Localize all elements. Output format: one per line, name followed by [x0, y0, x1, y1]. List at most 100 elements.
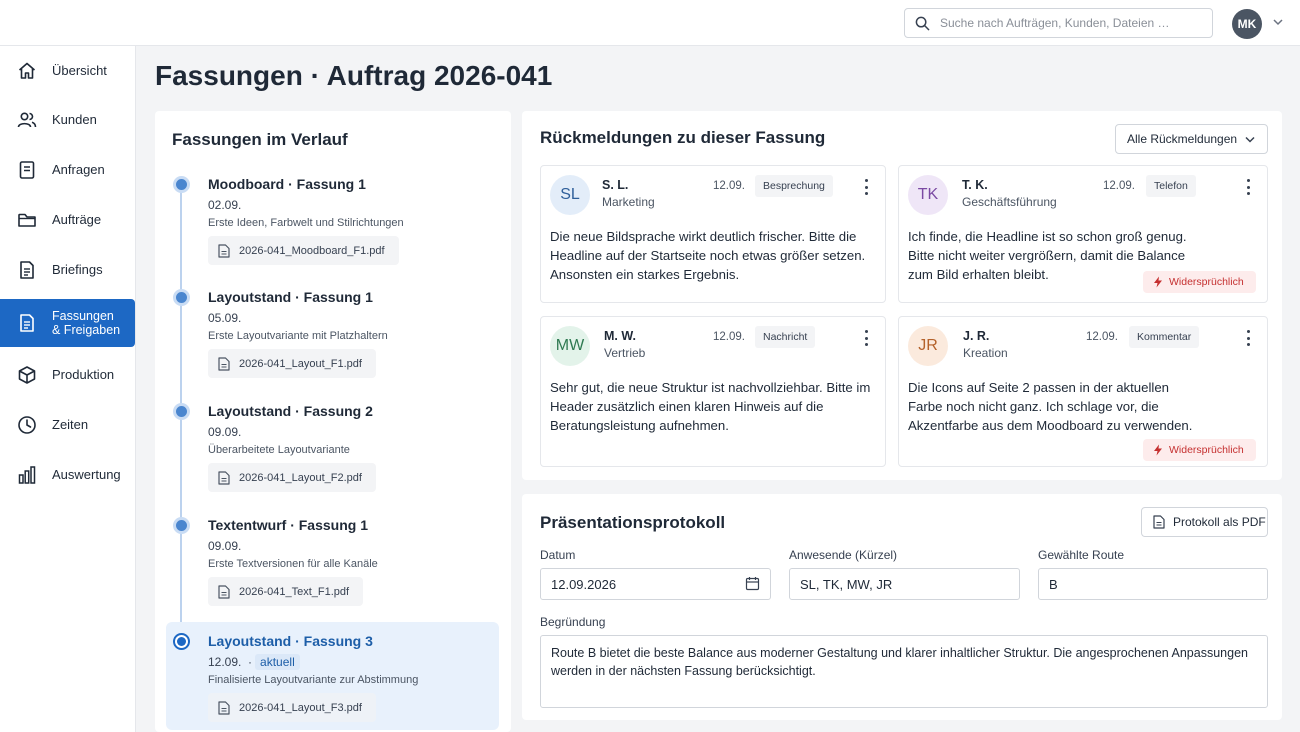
timeline-item-date: 12.09. · aktuell [208, 654, 300, 670]
cube-icon [18, 366, 36, 384]
warning-text: Widersprüchlich [1169, 276, 1244, 288]
timeline-dot [173, 633, 190, 650]
sidebar-label-line1: Fassungen [52, 309, 114, 323]
timeline-item-date: 05.09. [208, 311, 242, 325]
search-icon [915, 16, 930, 30]
feedback-title: Rückmeldungen zu dieser Fassung [540, 128, 826, 147]
channel-tag: Telefon [1146, 175, 1196, 197]
more-options-icon[interactable] [861, 178, 871, 196]
protocol-title: Präsentationsprotokoll [540, 513, 726, 532]
timeline-item[interactable]: Textentwurf · Fassung 1 09.09. Erste Tex… [166, 506, 499, 614]
timeline-item[interactable]: Layoutstand · Fassung 1 05.09. Erste Lay… [166, 278, 499, 386]
lightning-icon [1154, 444, 1162, 456]
timeline-date-separator: · [248, 655, 253, 669]
timeline-item-current[interactable]: Layoutstand · Fassung 3 12.09. · aktuell … [166, 622, 499, 730]
file-chip[interactable]: 2026-041_Layout_F3.pdf [208, 693, 376, 722]
avatar: MW [550, 326, 590, 366]
sidebar-item-anfragen[interactable]: Anfragen [0, 146, 135, 194]
feedback-date: 12.09. [713, 180, 745, 192]
timeline-dot [173, 289, 190, 306]
date-field[interactable] [540, 568, 771, 600]
feedback-card: MW M. W. Vertrieb 12.09. Nachricht Sehr … [540, 316, 886, 467]
feedback-card: TK T. K. Geschäftsführung 12.09. Telefon… [898, 165, 1268, 303]
file-name: 2026-041_Text_F1.pdf [239, 585, 350, 598]
search-box[interactable] [904, 8, 1213, 38]
file-chip[interactable]: 2026-041_Layout_F1.pdf [208, 349, 376, 378]
file-icon [218, 470, 230, 485]
sidebar-item-auftraege[interactable]: Aufträge [0, 196, 135, 244]
pdf-file-icon [1153, 515, 1165, 529]
export-pdf-button[interactable]: Protokoll als PDF [1141, 507, 1268, 537]
document-lines-icon [20, 261, 34, 279]
chevron-down-icon[interactable] [1272, 16, 1284, 28]
author-role: Kreation [963, 346, 1008, 360]
bar-chart-icon [18, 466, 36, 484]
timeline-item[interactable]: Moodboard · Fassung 1 02.09. Erste Ideen… [166, 165, 499, 273]
feedback-card: SL S. L. Marketing 12.09. Besprechung Di… [540, 165, 886, 303]
calendar-icon[interactable] [745, 576, 760, 591]
feedback-date: 12.09. [713, 331, 745, 343]
sidebar-item-kunden[interactable]: Kunden [0, 96, 135, 144]
author-role: Geschäftsführung [962, 195, 1057, 209]
current-badge: aktuell [255, 654, 300, 670]
sidebar-item-label: Produktion [52, 367, 115, 382]
file-icon [218, 243, 230, 258]
route-field[interactable] [1038, 568, 1268, 600]
author-role: Marketing [602, 195, 655, 209]
timeline-dot [173, 176, 190, 193]
file-name: 2026-041_Layout_F3.pdf [239, 701, 362, 714]
timeline-item-desc: Finalisierte Layoutvariante zur Abstimmu… [208, 674, 419, 686]
contradiction-badge: Widersprüchlich [1143, 271, 1256, 293]
reason-textarea[interactable]: Route B bietet die beste Balance aus mod… [540, 635, 1268, 708]
sidebar-item-label: Übersicht [52, 63, 107, 78]
more-options-icon[interactable] [1243, 329, 1253, 347]
avatar: TK [908, 175, 948, 215]
attendees-field[interactable] [789, 568, 1020, 600]
file-chip[interactable]: 2026-041_Text_F1.pdf [208, 577, 364, 606]
timeline-date-value: 12.09. [208, 655, 242, 669]
sidebar-item-label: Anfragen [52, 162, 105, 177]
file-chip[interactable]: 2026-041_Moodboard_F1.pdf [208, 236, 399, 265]
author-name: M. W. [604, 329, 636, 343]
file-icon [218, 356, 230, 371]
sidebar-item-uebersicht[interactable]: Übersicht [0, 47, 135, 95]
sidebar-item-label: Auswertung [52, 467, 121, 482]
sidebar-item-briefings[interactable]: Briefings [0, 246, 135, 294]
timeline-item-desc: Erste Layoutvariante mit Platzhaltern [208, 330, 388, 342]
feedback-text: Sehr gut, die neue Struktur ist nachvoll… [550, 380, 871, 433]
timeline-item-title: Layoutstand · Fassung 2 [208, 403, 373, 419]
sidebar-item-zeiten[interactable]: Zeiten [0, 401, 135, 449]
timeline-dot [173, 517, 190, 534]
sidebar-item-auswertung[interactable]: Auswertung [0, 451, 135, 499]
timeline-item-title: Moodboard · Fassung 1 [208, 176, 366, 192]
timeline-item[interactable]: Layoutstand · Fassung 2 09.09. Überarbei… [166, 392, 499, 500]
timeline-item-title: Layoutstand · Fassung 3 [208, 633, 373, 649]
file-icon [218, 700, 230, 715]
file-chip[interactable]: 2026-041_Layout_F2.pdf [208, 463, 376, 492]
file-name: 2026-041_Moodboard_F1.pdf [239, 244, 385, 257]
sidebar-item-label: Briefings [52, 262, 103, 277]
warning-text: Widersprüchlich [1169, 444, 1244, 456]
clock-icon [18, 416, 36, 434]
sidebar-item-label: Aufträge [52, 212, 102, 227]
author-name: S. L. [602, 178, 629, 192]
folder-icon [18, 213, 36, 227]
top-bar: MK [0, 0, 1300, 46]
lightning-icon [1154, 276, 1162, 288]
sidebar-item-fassungen-freigaben[interactable]: Fassungen & Freigaben [0, 299, 135, 347]
timeline-item-title: Textentwurf · Fassung 1 [208, 517, 368, 533]
date-label: Datum [540, 548, 576, 562]
chevron-down-icon [1245, 136, 1255, 143]
sidebar-item-produktion[interactable]: Produktion [0, 351, 135, 399]
timeline-item-date: 09.09. [208, 425, 242, 439]
attendees-label: Anwesende (Kürzel) [789, 548, 898, 562]
file-name: 2026-041_Layout_F1.pdf [239, 357, 362, 370]
more-options-icon[interactable] [1243, 178, 1253, 196]
feedback-filter-dropdown[interactable]: Alle Rückmeldungen [1115, 124, 1268, 154]
file-icon [218, 584, 230, 599]
more-options-icon[interactable] [861, 329, 871, 347]
sidebar: Übersicht Kunden Anfragen Aufträge Brief… [0, 46, 136, 732]
user-avatar[interactable]: MK [1232, 9, 1262, 39]
search-input[interactable] [940, 16, 1200, 30]
document-check-icon [20, 314, 34, 332]
